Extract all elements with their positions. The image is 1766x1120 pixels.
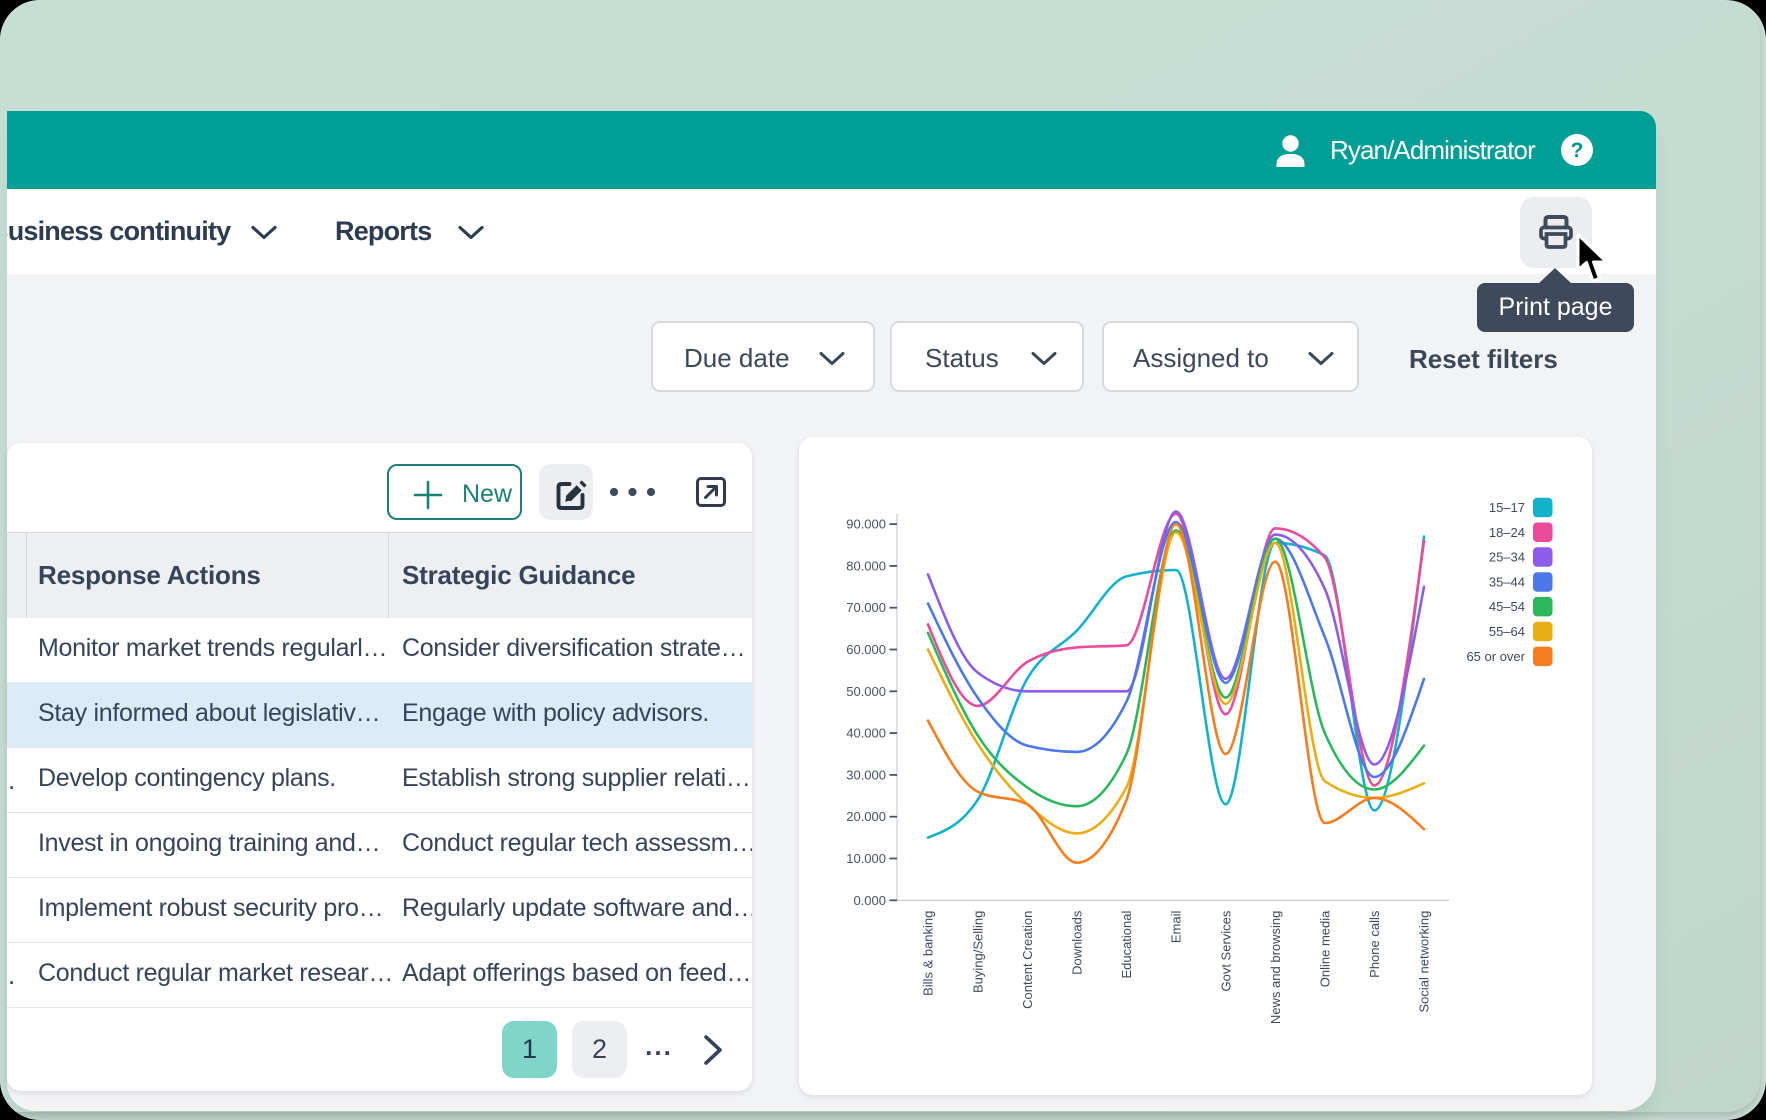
svg-text:65 or over: 65 or over [1466, 649, 1525, 664]
svg-text:55–64: 55–64 [1489, 624, 1525, 639]
svg-text:60.000: 60.000 [846, 642, 886, 657]
svg-text:40.000: 40.000 [846, 726, 886, 741]
svg-text:Online media: Online media [1318, 910, 1333, 987]
svg-text:25–34: 25–34 [1489, 550, 1525, 565]
svg-text:Govt Services: Govt Services [1218, 910, 1233, 991]
svg-text:0.000: 0.000 [853, 893, 886, 908]
svg-text:Bills & banking: Bills & banking [921, 911, 936, 996]
svg-text:80.000: 80.000 [846, 558, 886, 573]
svg-text:90.000: 90.000 [846, 517, 886, 532]
svg-text:10.000: 10.000 [846, 851, 886, 866]
svg-text:45–54: 45–54 [1489, 599, 1525, 614]
svg-text:Content Creation: Content Creation [1020, 911, 1035, 1009]
svg-text:15–17: 15–17 [1489, 500, 1525, 515]
svg-text:20.000: 20.000 [846, 809, 886, 824]
svg-text:Downloads: Downloads [1070, 910, 1085, 975]
svg-text:30.000: 30.000 [846, 767, 886, 782]
svg-text:Buying/Selling: Buying/Selling [970, 911, 985, 993]
svg-text:Email: Email [1169, 910, 1184, 943]
svg-text:35–44: 35–44 [1489, 574, 1525, 589]
svg-text:Educational: Educational [1119, 911, 1134, 979]
svg-text:50.000: 50.000 [846, 684, 886, 699]
svg-text:News and browsing: News and browsing [1268, 911, 1283, 1024]
svg-text:70.000: 70.000 [846, 600, 886, 615]
svg-text:18–24: 18–24 [1489, 525, 1525, 540]
svg-text:Social networking: Social networking [1417, 911, 1432, 1013]
svg-text:Phone calls: Phone calls [1367, 910, 1382, 978]
